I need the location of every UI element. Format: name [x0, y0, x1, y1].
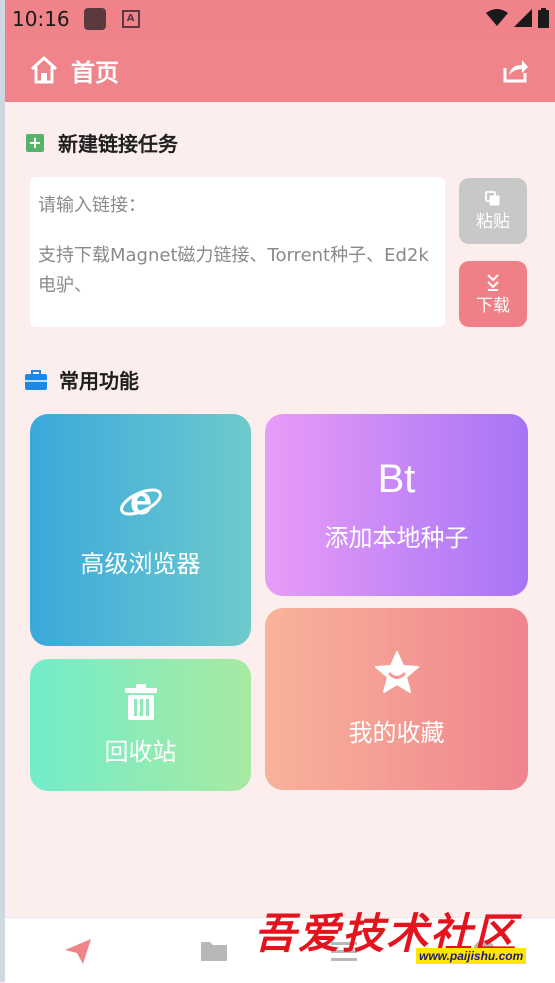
- page-title: 首页: [71, 58, 119, 87]
- trash-icon: [124, 683, 157, 720]
- add-torrent-tile[interactable]: Bt 添加本地种子: [265, 414, 528, 596]
- recycle-bin-tile[interactable]: 回收站: [30, 659, 251, 791]
- svg-text:e: e: [129, 482, 151, 522]
- link-input[interactable]: 请输入链接： 支持下载Magnet磁力链接、Torrent种子、Ed2k电驴、: [30, 177, 445, 327]
- plus-icon: +: [26, 133, 44, 152]
- watermark-url: www.paijishu.com: [416, 948, 527, 964]
- browser-tile[interactable]: e 高级浏览器: [30, 414, 251, 646]
- status-time: 10:16: [12, 7, 70, 31]
- functions-header: 常用功能: [25, 365, 139, 394]
- paste-button[interactable]: 粘贴: [459, 178, 527, 244]
- copy-icon: [485, 190, 500, 205]
- status-bar: 10:16 A: [5, 0, 555, 38]
- download-label: 下载: [476, 295, 510, 316]
- download-button[interactable]: 下载: [459, 261, 527, 327]
- add-torrent-label: 添加本地种子: [324, 524, 469, 552]
- favorites-tile[interactable]: 我的收藏: [265, 608, 528, 790]
- ie-browser-icon: e: [119, 482, 162, 522]
- main-content: + 新建链接任务 请输入链接： 支持下载Magnet磁力链接、Torrent种子…: [5, 102, 555, 917]
- wifi-icon: [486, 9, 508, 26]
- notification-app-icon: [83, 8, 106, 30]
- home-icon[interactable]: [29, 55, 59, 85]
- new-task-header: + 新建链接任务: [26, 128, 178, 157]
- recycle-bin-label: 回收站: [104, 737, 177, 766]
- briefcase-icon: [25, 369, 47, 390]
- favorites-label: 我的收藏: [348, 718, 445, 747]
- battery-icon: [538, 8, 549, 28]
- app-bar: 首页: [5, 38, 555, 102]
- notification-a-icon: A: [121, 10, 140, 28]
- functions-heading: 常用功能: [59, 369, 139, 393]
- browser-label: 高级浏览器: [80, 549, 201, 578]
- paste-label: 粘贴: [476, 211, 510, 232]
- new-task-heading: 新建链接任务: [58, 132, 178, 156]
- link-placeholder-prompt: 请输入链接：: [38, 195, 146, 216]
- bt-icon: Bt: [377, 457, 416, 501]
- share-icon[interactable]: [501, 56, 529, 84]
- signal-icon: [514, 9, 532, 27]
- link-placeholder-hint: 支持下载Magnet磁力链接、Torrent种子、Ed2k电驴、: [38, 245, 429, 296]
- download-arrow-icon: [487, 273, 499, 291]
- folder-icon[interactable]: [199, 936, 229, 966]
- watermark: 吾爱技术社区 www.paijishu.com: [250, 898, 555, 982]
- star-icon: [374, 650, 419, 693]
- send-icon[interactable]: [63, 936, 93, 966]
